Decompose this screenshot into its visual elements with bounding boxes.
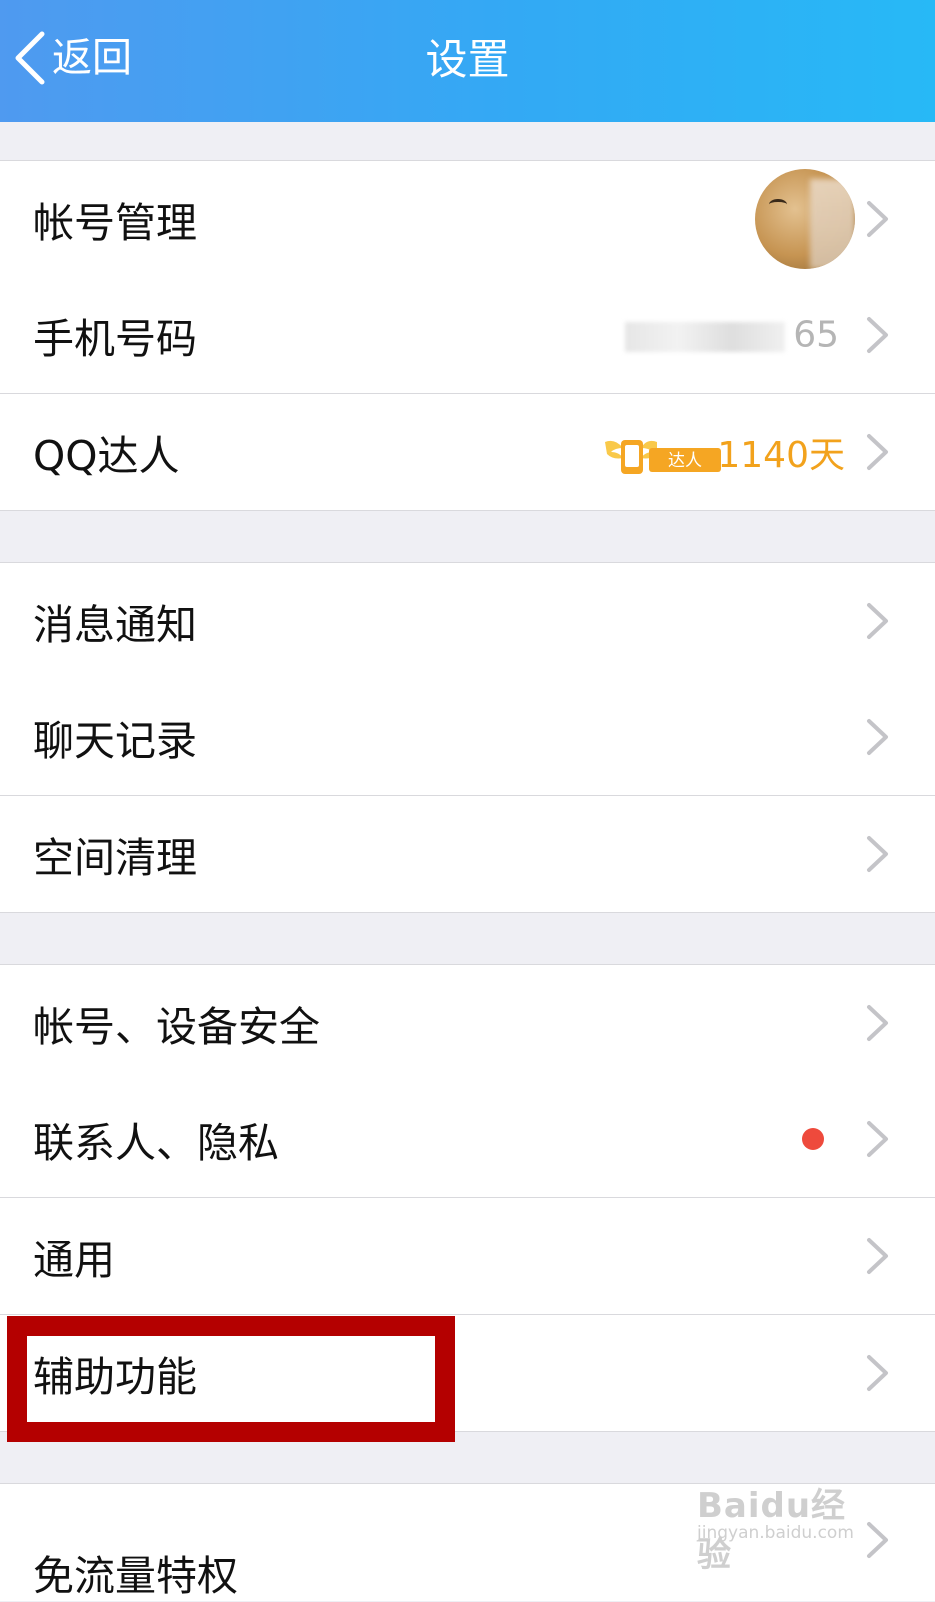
settings-row-contacts-privacy[interactable]: 联系人、隐私: [0, 1081, 935, 1198]
phone-number-mosaic: [625, 322, 785, 352]
settings-row-general[interactable]: 通用: [0, 1198, 935, 1315]
row-label: 消息通知: [33, 601, 197, 649]
chevron-right-icon: [867, 836, 888, 872]
page-title: 设置: [425, 35, 510, 84]
chevron-right-icon: [867, 317, 888, 353]
row-label: 联系人、隐私: [33, 1119, 279, 1167]
row-label: 通用: [33, 1236, 115, 1284]
bird-icon: [769, 199, 787, 210]
settings-row-storage-cleanup[interactable]: 空间清理: [0, 796, 935, 913]
chevron-right-icon: [867, 434, 888, 470]
navigation-bar: 返回 设置: [0, 0, 935, 122]
row-label: 辅助功能: [33, 1353, 197, 1401]
row-label: 帐号管理: [33, 199, 197, 247]
chevron-right-icon: [867, 1238, 888, 1274]
row-label: 帐号、设备安全: [33, 1003, 320, 1051]
settings-row-account-device-security[interactable]: 帐号、设备安全: [0, 964, 935, 1082]
row-label: 空间清理: [33, 834, 197, 882]
settings-row-qq-daren[interactable]: QQ达人 达人 1140天: [0, 394, 935, 511]
notification-dot: [802, 1128, 824, 1150]
chevron-right-icon: [867, 201, 888, 237]
daren-badge-icon: 达人: [605, 440, 721, 474]
daren-days-value: 1140天: [717, 435, 845, 476]
settings-row-account-management[interactable]: 帐号管理: [0, 160, 935, 278]
chevron-right-icon: [867, 719, 888, 755]
daren-badge-label: 达人: [668, 451, 702, 471]
chevron-right-icon: [867, 1121, 888, 1157]
avatar: [755, 169, 855, 269]
settings-row-phone-number[interactable]: 手机号码 65: [0, 277, 935, 394]
settings-row-accessibility[interactable]: 辅助功能: [0, 1315, 935, 1432]
row-label: QQ达人: [33, 432, 180, 480]
chevron-right-icon: [867, 1355, 888, 1391]
chevron-right-icon: [867, 603, 888, 639]
chevron-right-icon: [867, 1005, 888, 1041]
avatar-mosaic: [810, 179, 855, 269]
settings-row-message-notification[interactable]: 消息通知: [0, 562, 935, 680]
phone-number-value: 65: [793, 314, 839, 356]
settings-row-chat-history[interactable]: 聊天记录: [0, 679, 935, 796]
row-label: 手机号码: [33, 315, 197, 363]
chevron-right-icon: [867, 1522, 888, 1558]
row-label: 聊天记录: [33, 717, 197, 765]
settings-row-data-free-privilege[interactable]: 免流量特权: [0, 1483, 935, 1601]
row-label: 免流量特权: [33, 1552, 238, 1600]
